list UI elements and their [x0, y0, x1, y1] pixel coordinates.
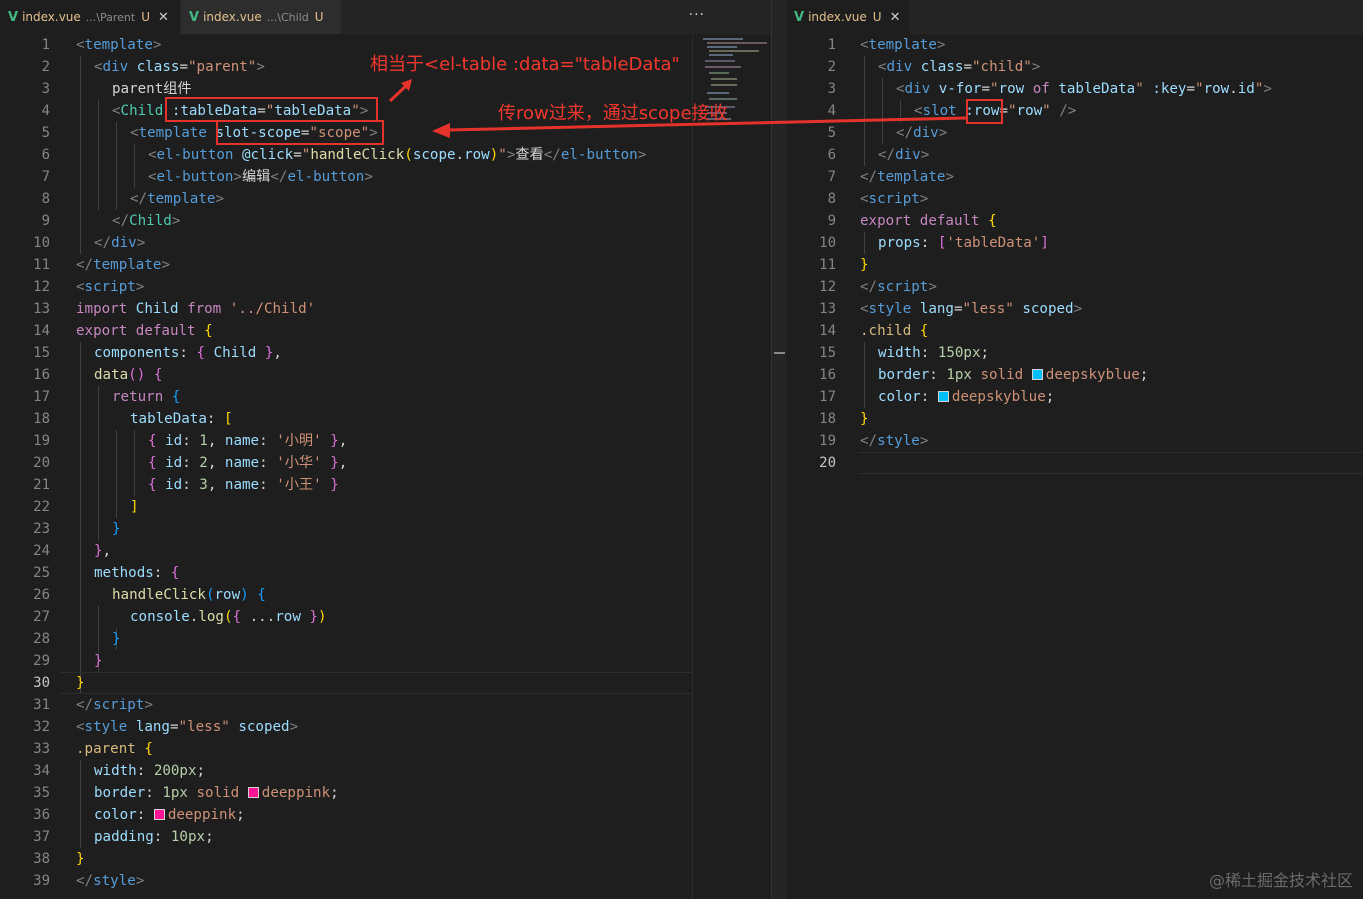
annotation-arrows [388, 79, 967, 138]
watermark: @稀土掘金技术社区 [1208, 871, 1353, 890]
